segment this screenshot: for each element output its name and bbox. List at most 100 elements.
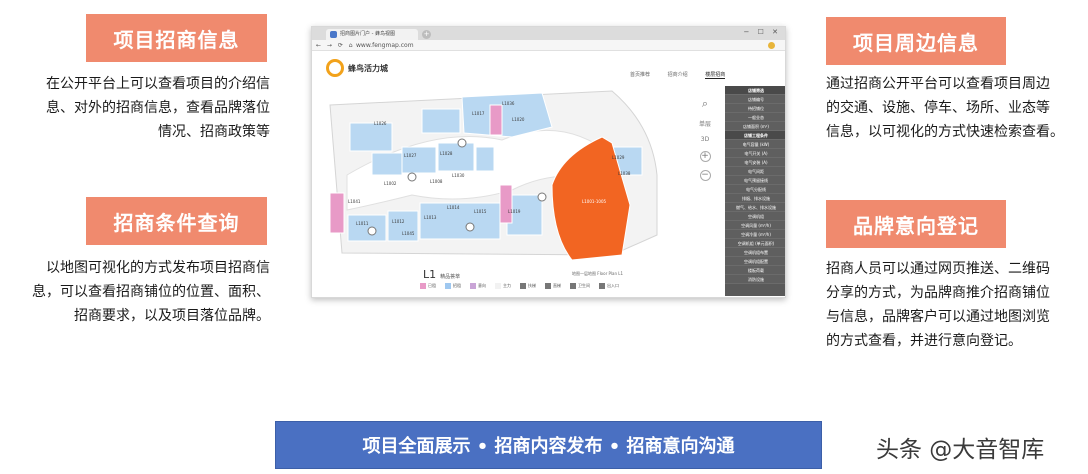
- floor-code: L1: [423, 268, 437, 281]
- view-3d-button[interactable]: 3D: [698, 136, 712, 143]
- app-logo[interactable]: 蜂鸟活力城: [326, 59, 388, 79]
- shop-label[interactable]: L1020: [512, 117, 525, 122]
- filter-panel-row[interactable]: 消防设施: [725, 275, 785, 284]
- filter-panel-row[interactable]: 排烟、排水设施: [725, 194, 785, 203]
- filter-panel-row[interactable]: 一般业态: [725, 113, 785, 122]
- facility-marker: [457, 138, 467, 148]
- shop-label[interactable]: L1014: [447, 205, 460, 210]
- filter-panel-row[interactable]: 店铺筛选: [725, 86, 785, 95]
- filter-panel-row[interactable]: 楼板荷载: [725, 266, 785, 275]
- legend-label: 招租: [453, 283, 461, 288]
- legend-item: 扶梯: [520, 283, 536, 289]
- legend-item: 意向: [470, 283, 486, 289]
- shop-area-south-2: [387, 210, 419, 242]
- desc-line: 分享的方式，为品牌商推介招商铺位: [826, 285, 1050, 301]
- desc-line: 以地图可视化的方式发布项目招商信: [46, 260, 270, 276]
- shop-label[interactable]: L1030: [452, 173, 465, 178]
- nav-floor-leasing[interactable]: 楼层招商: [705, 72, 726, 79]
- legend-item: 主力: [495, 283, 511, 289]
- filter-panel-row[interactable]: 店铺面积 (m²): [725, 122, 785, 131]
- shop-label[interactable]: L1015: [474, 209, 487, 214]
- shop-area-north-2: [421, 108, 461, 134]
- filter-panel-row[interactable]: 电气间距: [725, 167, 785, 176]
- shop-label[interactable]: L1029: [612, 155, 625, 160]
- surroundings-desc: 通过招商公开平台可以查看项目周边 的交通、设施、停车、场所、业态等 信息，以可视…: [826, 72, 1088, 144]
- shop-label[interactable]: L1017: [472, 111, 485, 116]
- shop-label[interactable]: L1041: [348, 199, 361, 204]
- legend-label: 出入口: [607, 283, 619, 288]
- extension-icon[interactable]: [768, 42, 775, 49]
- new-tab-icon[interactable]: +: [422, 30, 431, 39]
- legend-swatch: [420, 283, 426, 289]
- legend-label: 扶梯: [528, 283, 536, 288]
- shop-area-pink-2: [499, 184, 513, 224]
- filter-panel-row[interactable]: 空调机组: [725, 212, 785, 221]
- shop-label[interactable]: L1028: [440, 151, 453, 156]
- logo-text: 蜂鸟活力城: [348, 64, 388, 73]
- shop-label[interactable]: L1012: [392, 219, 405, 224]
- tab-bar: 招商图片门户 - 蜂鸟视图 + − ☐ ✕: [312, 27, 785, 40]
- shop-label[interactable]: L1011: [356, 221, 369, 226]
- floor-map[interactable]: L1001-1005 L1017 L1020 L1036 L1026 L1027 L102…: [312, 85, 724, 265]
- zoom-out-button[interactable]: −: [699, 170, 711, 181]
- shop-label[interactable]: L1013: [424, 215, 437, 220]
- desc-line: 情况、招商政策等: [158, 124, 270, 140]
- shop-label[interactable]: L1036: [502, 101, 515, 106]
- nav-intro[interactable]: 招商介绍: [668, 72, 688, 78]
- filter-panel-row[interactable]: 电气容量 (kW): [725, 140, 785, 149]
- shop-area-northwest: [349, 122, 393, 152]
- filter-panel-row[interactable]: 空调机组布置: [725, 248, 785, 257]
- filter-panel-row[interactable]: 电气安装 (A): [725, 158, 785, 167]
- desc-line: 的交通、设施、停车、场所、业态等: [826, 100, 1050, 116]
- shop-area-center-2: [437, 142, 475, 172]
- shop-label[interactable]: L1045: [402, 231, 415, 236]
- filter-panel-row[interactable]: 燃气、给水、排水设施: [725, 203, 785, 212]
- shop-label[interactable]: L1026: [374, 121, 387, 126]
- filter-panel-row[interactable]: 店铺编号: [725, 95, 785, 104]
- single-floor-button[interactable]: 单层: [698, 119, 712, 128]
- facility-marker: [537, 192, 547, 202]
- desc-line: 通过招商公开平台可以查看项目周边: [826, 76, 1050, 92]
- facility-marker: [407, 172, 417, 182]
- desc-line: 与信息，品牌客户可以通过地图浏览: [826, 309, 1050, 325]
- legend-swatch: [445, 283, 451, 289]
- shop-area-center-1: [401, 146, 437, 174]
- shop-label[interactable]: L1038: [618, 171, 631, 176]
- legend-swatch: [495, 283, 501, 289]
- legend-swatch: [545, 283, 551, 289]
- filter-panel-row[interactable]: 空调风量 (m³/h): [725, 221, 785, 230]
- desc-line: 信息，以可视化的方式快速检索查看。: [826, 124, 1064, 140]
- filter-panel-row[interactable]: 电气分配线: [725, 185, 785, 194]
- shop-area-pink-1: [489, 104, 503, 136]
- search-icon[interactable]: ⌕: [698, 97, 712, 111]
- shop-label[interactable]: L1027: [404, 153, 417, 158]
- filter-panel: 店铺筛选 店铺编号 待招铺位 一般业态 店铺面积 (m²) 店铺工程条件 电气容量 (kW)…: [725, 86, 785, 296]
- address-bar[interactable]: ← → ⟳ ⌂ www.fengmap.com: [312, 40, 785, 51]
- legend-swatch: [520, 283, 526, 289]
- nav-arrows-icon[interactable]: ← → ⟳ ⌂: [316, 40, 355, 51]
- filter-panel-row[interactable]: 空调机组配置: [725, 257, 785, 266]
- legend-item: 出入口: [599, 283, 619, 289]
- url-text[interactable]: www.fengmap.com: [356, 40, 414, 51]
- favicon-icon: [330, 31, 337, 38]
- shop-label[interactable]: L1008: [430, 179, 443, 184]
- zoom-in-button[interactable]: +: [699, 151, 711, 162]
- filter-panel-row[interactable]: 待招铺位: [725, 104, 785, 113]
- browser-tab[interactable]: 招商图片门户 - 蜂鸟视图: [326, 29, 418, 40]
- legend-label: 直梯: [553, 283, 561, 288]
- filter-panel-row[interactable]: 电气开关 (A): [725, 149, 785, 158]
- filter-panel-row[interactable]: 空调机组 (单元面积): [725, 239, 785, 248]
- nav-home[interactable]: 首页推荐: [630, 72, 650, 78]
- summary-banner: 项目全面展示 • 招商内容发布 • 招商意向沟通: [275, 421, 822, 469]
- shop-label[interactable]: L1019: [508, 209, 521, 214]
- facility-marker: [367, 226, 377, 236]
- watermark-text: 头条 @大音智库: [876, 437, 1045, 463]
- filter-panel-row[interactable]: 空调冷量 (m³/h): [725, 230, 785, 239]
- filter-panel-row[interactable]: 店铺工程条件: [725, 131, 785, 140]
- shop-label[interactable]: L1002: [384, 181, 397, 186]
- window-controls[interactable]: − ☐ ✕: [744, 28, 781, 36]
- floor-info: 地图一层地图 Floor Plan L1: [572, 271, 624, 276]
- filter-panel-row[interactable]: 电气预留接线: [725, 176, 785, 185]
- desc-line: 息，可以查看招商铺位的位置、面积、: [32, 284, 270, 300]
- shop-area-center-3: [475, 146, 495, 172]
